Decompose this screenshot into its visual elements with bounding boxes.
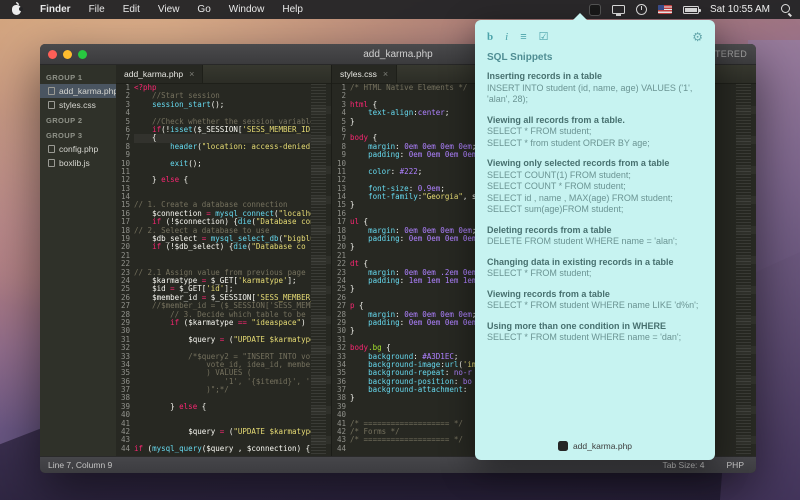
note-section: Viewing records from a tableSELECT * FRO…	[487, 289, 703, 312]
note-section: Inserting records in a tableINSERT INTO …	[487, 71, 703, 106]
note-section-heading: Changing data in existing records in a t…	[487, 257, 703, 269]
apple-icon	[12, 5, 21, 15]
syntax-mode[interactable]: PHP	[727, 460, 744, 470]
note-section-line: DELETE FROM student WHERE name = 'alan';	[487, 236, 703, 248]
checklist-icon[interactable]: ☑	[539, 32, 549, 43]
tab-close-icon[interactable]: ×	[383, 69, 388, 79]
tab-label: add_karma.php	[124, 69, 183, 79]
display-menu-icon[interactable]	[612, 5, 625, 14]
file-icon	[48, 87, 55, 95]
sidebar[interactable]: GROUP 1 add_karma.php styles.css GROUP 2GRO…	[40, 65, 116, 456]
note-section-line: SELECT COUNT(1) FROM student;	[487, 170, 703, 182]
file-icon	[48, 145, 55, 153]
popover-toolbar: b i ≡ ☑ ⚙	[487, 28, 703, 46]
tab-label: styles.css	[340, 69, 377, 79]
menu-window[interactable]: Window	[220, 2, 274, 17]
notes-app-menu-icon[interactable]	[589, 4, 601, 16]
tab-size-setting[interactable]: Tab Size: 4	[662, 460, 704, 470]
left-code[interactable]: <?php //Start session session_start(); /…	[134, 84, 311, 456]
note-section: Changing data in existing records in a t…	[487, 257, 703, 280]
note-section-line: SELECT sum(age)FROM student;	[487, 204, 703, 216]
note-section-line: SELECT * FROM student;	[487, 268, 703, 280]
tab-close-icon[interactable]: ×	[189, 69, 194, 79]
sidebar-group-label[interactable]: GROUP 3	[40, 127, 116, 142]
sidebar-item-label: styles.css	[59, 100, 96, 110]
sidebar-group-label[interactable]: GROUP 1	[40, 69, 116, 84]
menu-go[interactable]: Go	[188, 2, 219, 17]
note-body[interactable]: Inserting records in a tableINSERT INTO …	[487, 71, 703, 344]
left-minimap[interactable]	[311, 84, 331, 456]
tab-styles-css[interactable]: styles.css ×	[332, 65, 397, 83]
time-machine-menu-icon[interactable]	[636, 4, 647, 15]
sidebar-item-boxlib-js[interactable]: boxlib.js	[40, 156, 116, 170]
us-flag-input-menu-icon[interactable]	[658, 5, 672, 14]
bold-icon[interactable]: b	[487, 32, 493, 43]
note-section-heading: Viewing only selected records from a tab…	[487, 158, 703, 170]
gear-icon[interactable]: ⚙	[692, 30, 703, 44]
note-section: Deleting records from a tableDELETE FROM…	[487, 225, 703, 248]
file-icon	[48, 101, 55, 109]
bullet-list-icon[interactable]: ≡	[520, 32, 526, 43]
left-tab-bar: add_karma.php ×	[116, 65, 331, 84]
cursor-position: Line 7, Column 9	[48, 460, 112, 470]
note-section-heading: Viewing all records from a table.	[487, 115, 703, 127]
left-code-area[interactable]: 1234567891011121314151617181920212223242…	[116, 84, 331, 456]
notes-popover: b i ≡ ☑ ⚙ SQL Snippets Inserting records in …	[475, 20, 715, 460]
tab-add-karma-php[interactable]: add_karma.php ×	[116, 65, 203, 83]
menu-items: FinderFileEditViewGoWindowHelp	[31, 2, 312, 17]
note-title[interactable]: SQL Snippets	[487, 52, 703, 63]
note-section-line: SELECT * FROM student;	[487, 126, 703, 138]
zoom-window-button[interactable]	[78, 50, 87, 59]
menu-clock[interactable]: Sat 10:55 AM	[710, 4, 770, 15]
note-section-line: INSERT INTO student (id, name, age) VALU…	[487, 83, 703, 106]
menu-bar: FinderFileEditViewGoWindowHelp Sat 10:55…	[0, 0, 800, 19]
note-section-line: SELECT * FROM student WHERE name = 'dan'…	[487, 332, 703, 344]
sidebar-item-label: config.php	[59, 144, 98, 154]
file-app-icon	[558, 441, 568, 451]
spotlight-icon[interactable]	[781, 4, 792, 15]
note-section-heading: Deleting records from a table	[487, 225, 703, 237]
traffic-lights	[40, 50, 87, 59]
menu-edit[interactable]: Edit	[114, 2, 149, 17]
menu-file[interactable]: File	[80, 2, 114, 17]
menu-status-area: Sat 10:55 AM	[589, 4, 800, 16]
battery-menu-icon[interactable]	[683, 6, 699, 14]
italic-icon[interactable]: i	[505, 32, 508, 43]
note-section-heading: Using more than one condition in WHERE	[487, 321, 703, 333]
right-minimap[interactable]	[736, 84, 756, 456]
sidebar-item-config-php[interactable]: config.php	[40, 142, 116, 156]
sidebar-item-styles-css[interactable]: styles.css	[40, 98, 116, 112]
note-section: Using more than one condition in WHERESE…	[487, 321, 703, 344]
note-section-line: SELECT * from student ORDER BY age;	[487, 138, 703, 150]
minimize-window-button[interactable]	[63, 50, 72, 59]
apple-menu[interactable]	[0, 5, 31, 15]
menu-view[interactable]: View	[149, 2, 189, 17]
sidebar-item-label: boxlib.js	[59, 158, 90, 168]
note-section-heading: Viewing records from a table	[487, 289, 703, 301]
left-editor-pane: add_karma.php × 123456789101112131415161…	[116, 65, 331, 456]
popover-arrow	[572, 13, 588, 21]
right-line-numbers: 1234567891011121314151617181920212223242…	[332, 84, 350, 456]
file-icon	[48, 159, 55, 167]
note-section-line: SELECT * FROM student WHERE name LIKE 'd…	[487, 300, 703, 312]
sidebar-item-label: add_karma.php	[59, 86, 116, 96]
left-line-numbers: 1234567891011121314151617181920212223242…	[116, 84, 134, 456]
sidebar-item-add_karma-php[interactable]: add_karma.php	[40, 84, 116, 98]
note-section: Viewing only selected records from a tab…	[487, 158, 703, 216]
note-section-heading: Inserting records in a table	[487, 71, 703, 83]
note-section-line: SELECT COUNT * FROM student;	[487, 181, 703, 193]
sidebar-group-label[interactable]: GROUP 2	[40, 112, 116, 127]
menu-help[interactable]: Help	[273, 2, 312, 17]
menu-finder[interactable]: Finder	[31, 2, 80, 17]
note-section: Viewing all records from a table.SELECT …	[487, 115, 703, 150]
close-window-button[interactable]	[48, 50, 57, 59]
attached-file-name: add_karma.php	[573, 441, 632, 451]
attached-file-chip[interactable]: add_karma.php	[475, 441, 715, 451]
note-section-line: SELECT id , name , MAX(age) FROM student…	[487, 193, 703, 205]
